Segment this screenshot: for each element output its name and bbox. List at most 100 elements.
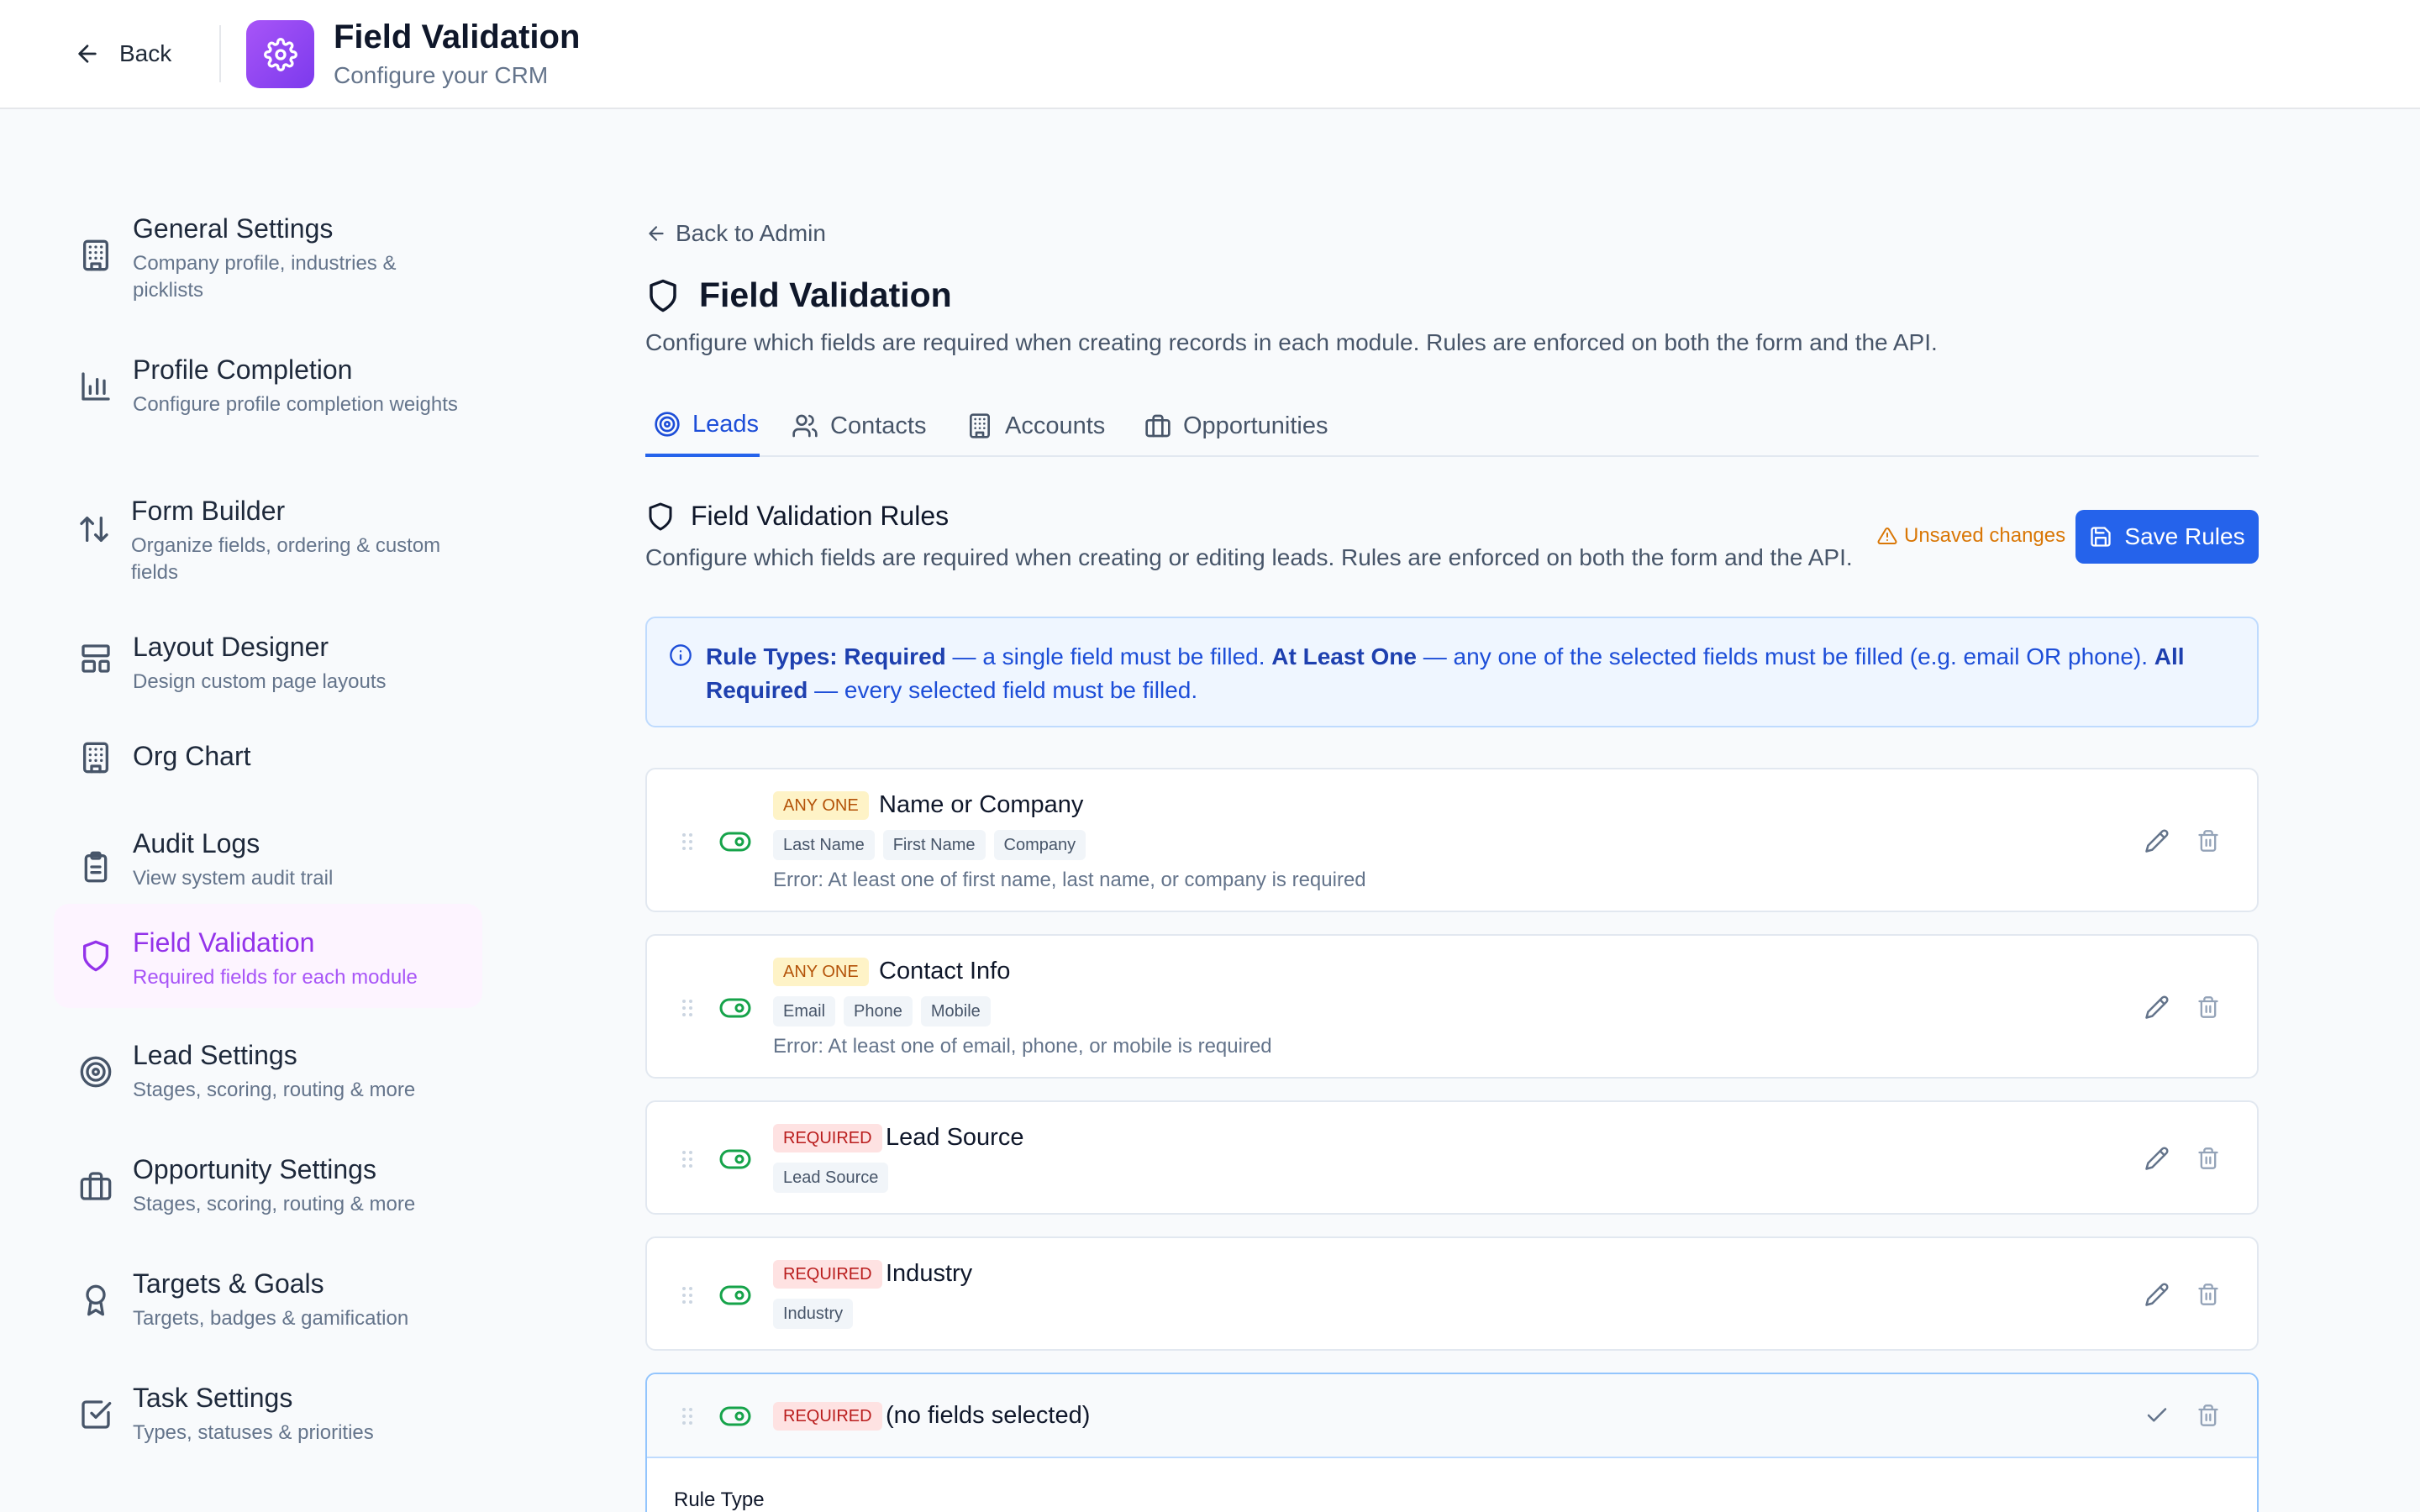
trash-icon[interactable]	[2196, 1282, 2220, 1307]
field-chip: Company	[993, 830, 1086, 860]
toggle-on-icon[interactable]	[719, 1285, 751, 1305]
users-icon	[792, 414, 818, 438]
section-title-text: Field Validation Rules	[691, 501, 950, 531]
drag-handle-icon[interactable]	[681, 1285, 694, 1305]
sidebar-item-desc: Targets, badges & gamification	[133, 1307, 409, 1330]
tab-accounts[interactable]: Accounts	[966, 395, 1105, 457]
trash-icon[interactable]	[2196, 1146, 2220, 1171]
sidebar-item-desc: Types, statuses & priorities	[133, 1421, 374, 1444]
sidebar-item-desc: Design custom page layouts	[133, 670, 387, 693]
field-chips: Industry	[773, 1299, 854, 1329]
info-strong: Rule Types:	[706, 643, 838, 669]
toggle-on-icon[interactable]	[719, 1406, 751, 1426]
toggle-on-icon[interactable]	[719, 832, 751, 852]
rule-type-label: Rule Type	[674, 1488, 765, 1511]
sidebar-item-profile-completion[interactable]: Profile Completion Configure profile com…	[54, 326, 482, 444]
save-icon	[2091, 527, 2112, 547]
sidebar-item-field-validation[interactable]: Field Validation Required fields for eac…	[54, 904, 482, 1008]
sidebar-item-desc: Stages, scoring, routing & more	[133, 1079, 416, 1101]
back-to-admin-label: Back to Admin	[676, 220, 826, 246]
back-label: Back	[119, 40, 172, 66]
field-chip: Phone	[844, 996, 913, 1026]
app-title: Field Validation	[334, 18, 581, 55]
rule-type-badge: REQUIRED	[773, 1402, 882, 1431]
unsaved-label: Unsaved changes	[1904, 524, 2066, 547]
settings-badge	[246, 20, 314, 88]
rule-card: ANY ONE Name or Company Last Name First …	[645, 768, 2259, 912]
trash-icon[interactable]	[2196, 995, 2220, 1020]
sidebar-item-task-settings[interactable]: Task Settings Types, statuses & prioriti…	[54, 1361, 482, 1453]
edit-pencil-icon[interactable]	[2144, 1282, 2170, 1307]
sidebar-item-title: Audit Logs	[133, 828, 260, 858]
sidebar-item-lead-settings[interactable]: Lead Settings Stages, scoring, routing &…	[54, 1018, 482, 1110]
sidebar-item-audit-logs[interactable]: Audit Logs View system audit trail	[54, 808, 482, 900]
rule-card-editing: REQUIRED (no fields selected) Rule Type	[645, 1373, 2259, 1512]
back-button[interactable]: Back	[74, 34, 171, 74]
sidebar-item-title: Field Validation	[133, 927, 315, 958]
topbar-divider	[219, 25, 221, 82]
rule-error-message: Error: At least one of email, phone, or …	[773, 1035, 1272, 1058]
trash-icon[interactable]	[2196, 1403, 2220, 1428]
warning-triangle-icon	[1877, 527, 1897, 544]
sidebar-item-targets-goals[interactable]: Targets & Goals Targets, badges & gamifi…	[54, 1247, 482, 1339]
rule-name: Industry	[886, 1260, 973, 1287]
info-text: Rule Types: Required — a single field mu…	[706, 640, 2227, 707]
briefcase-icon	[1145, 414, 1171, 438]
check-icon[interactable]	[2144, 1403, 2170, 1428]
edit-pencil-icon[interactable]	[2144, 995, 2170, 1020]
sidebar-item-form-builder[interactable]: Form Builder Organize fields, ordering &…	[54, 467, 482, 585]
toggle-on-icon[interactable]	[719, 998, 751, 1018]
drag-handle-icon[interactable]	[681, 1149, 694, 1169]
field-chip: Industry	[773, 1299, 854, 1329]
info-span: — any one of the selected fields must be…	[1416, 643, 2154, 669]
drag-handle-icon[interactable]	[681, 998, 694, 1018]
save-rules-label: Save Rules	[2124, 523, 2245, 549]
target-icon	[79, 1055, 113, 1089]
info-span: — every selected field must be filled.	[808, 677, 1198, 703]
sidebar-item-opportunity-settings[interactable]: Opportunity Settings Stages, scoring, ro…	[54, 1132, 482, 1225]
sidebar-item-desc: Required fields for each module	[133, 966, 418, 989]
field-chip: Last Name	[773, 830, 875, 860]
sidebar-item-general-settings[interactable]: General Settings Company profile, indust…	[54, 185, 482, 302]
drag-handle-icon[interactable]	[681, 1406, 694, 1426]
rule-name: Lead Source	[886, 1124, 1024, 1151]
rule-card: REQUIRED Industry Industry	[645, 1236, 2259, 1351]
save-rules-button[interactable]: Save Rules	[2075, 510, 2259, 564]
sidebar-item-layout-designer[interactable]: Layout Designer Design custom page layou…	[54, 610, 482, 702]
sidebar-item-desc: Company profile, industries & picklists	[133, 252, 397, 302]
info-strong: Required	[844, 643, 946, 669]
rule-name: (no fields selected)	[886, 1402, 1091, 1429]
sidebar-item-org-chart[interactable]: Org Chart	[54, 719, 482, 795]
drag-handle-icon[interactable]	[681, 832, 694, 852]
back-to-admin-link[interactable]: Back to Admin	[645, 220, 826, 247]
tab-label: Leads	[692, 410, 760, 438]
section-description: Configure which fields are required when…	[645, 544, 1853, 570]
tab-leads[interactable]: Leads	[645, 395, 760, 457]
page-title: Field Validation	[645, 276, 952, 315]
tab-label: Accounts	[1005, 412, 1106, 439]
sidebar-item-title: Targets & Goals	[133, 1268, 324, 1299]
rule-card: ANY ONE Contact Info Email Phone Mobile …	[645, 934, 2259, 1079]
sidebar-item-title: Opportunity Settings	[133, 1154, 376, 1184]
rule-type-badge: REQUIRED	[773, 1260, 882, 1289]
shield-icon	[649, 502, 672, 530]
toggle-on-icon[interactable]	[719, 1149, 751, 1169]
arrow-left-icon	[649, 226, 664, 241]
app-subtitle: Configure your CRM	[334, 62, 549, 88]
arrows-up-down-icon	[77, 512, 111, 546]
bar-chart-icon	[79, 370, 113, 403]
tab-contacts[interactable]: Contacts	[792, 395, 926, 457]
unsaved-changes-indicator: Unsaved changes	[1877, 524, 2065, 548]
field-chip: Email	[773, 996, 836, 1026]
edit-pencil-icon[interactable]	[2144, 1146, 2170, 1171]
edit-pencil-icon[interactable]	[2144, 828, 2170, 853]
field-chips: Last Name First Name Company	[773, 830, 1086, 860]
field-chip: Mobile	[920, 996, 991, 1026]
sidebar-item-title: Lead Settings	[133, 1040, 297, 1070]
trash-icon[interactable]	[2196, 828, 2220, 853]
tab-label: Opportunities	[1183, 412, 1328, 439]
sidebar-item-desc: Stages, scoring, routing & more	[133, 1193, 416, 1215]
rule-error-message: Error: At least one of first name, last …	[773, 869, 1366, 891]
rule-type-badge: ANY ONE	[773, 958, 869, 986]
tab-opportunities[interactable]: Opportunities	[1144, 395, 1328, 457]
